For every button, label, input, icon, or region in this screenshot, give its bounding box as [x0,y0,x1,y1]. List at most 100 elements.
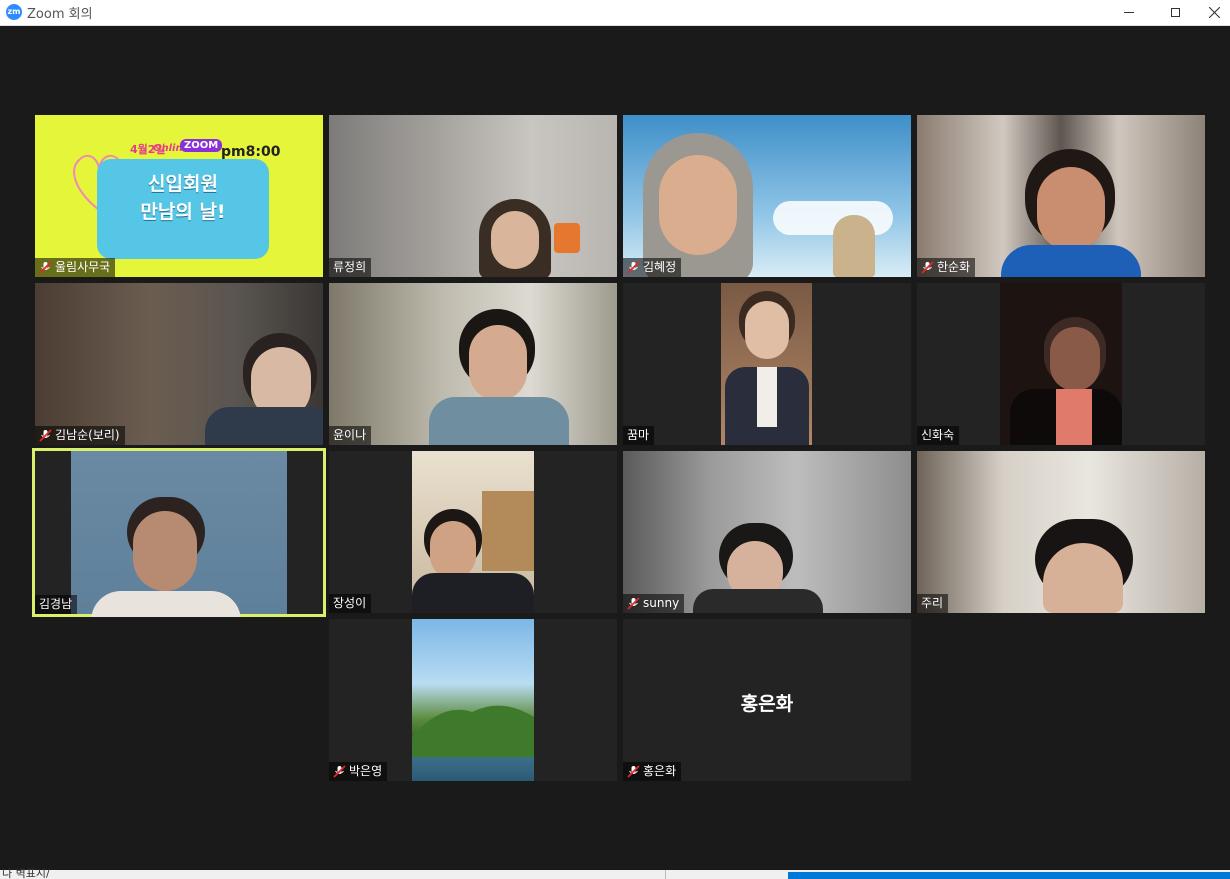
participant-name: 신화숙 [921,428,955,442]
participant-face [469,325,527,401]
participant-video [1000,283,1122,445]
participant-nameplate: 윤이나 [329,426,372,445]
participant-shirt [205,407,323,445]
participant-tile[interactable]: 박은영 [329,619,617,781]
participant-video [35,451,323,617]
participant-nameplate: 신화숙 [917,426,960,445]
taskbar-strip [0,870,1230,879]
participant-name: 김남순(보리) [55,428,120,442]
participant-tile[interactable]: sunny [623,451,911,613]
participant-name: 김혜정 [643,260,677,274]
participant-face [1050,327,1100,391]
participant-face [1043,543,1123,613]
participant-video [721,283,812,445]
landscape-hill-icon [412,705,534,757]
participant-face [659,155,737,255]
participant-video-frame [71,451,287,617]
participant-face [1037,167,1105,251]
participant-nameplate: 김경남 [35,595,78,614]
minimize-icon [1124,12,1134,13]
participant-nameplate: 꿈마 [623,426,655,445]
participant-name: 주리 [921,596,944,610]
participant-nameplate: 김남순(보리) [35,426,125,445]
minimize-button[interactable] [1106,0,1152,25]
participant-video [623,451,911,613]
participant-face [430,521,476,579]
maximize-button[interactable] [1152,0,1198,25]
participant-tile[interactable]: 주리 [917,451,1205,613]
participant-video [917,115,1205,277]
participant-tile-video-off[interactable]: 홍은화 홍은화 [623,619,911,781]
mic-muted-icon [333,765,346,778]
window-title: Zoom 회의 [27,7,93,22]
participant-shirt [1001,245,1141,277]
taskbar-separator [665,870,666,879]
participant-tile[interactable]: 4월2일 Online ZOOM pm8:00 신입회원 만남의 날! 울림사무… [35,115,323,277]
participant-nameplate: 한순화 [917,258,976,277]
participant-tile-active-speaker[interactable]: 김경남 [32,448,326,617]
poster-zoom-badge: ZOOM [180,139,223,152]
taskbar-text: 나 벽표시/ [2,868,50,879]
mic-muted-icon [39,261,52,274]
participant-shirt [412,573,534,613]
mic-muted-icon [921,261,934,274]
participant-name: 류정희 [333,260,367,274]
poster-card: 신입회원 만남의 날! [97,159,269,259]
participant-nameplate: sunny [623,594,685,613]
anime-figure-shape [833,215,875,277]
participant-name: 꿈마 [627,428,650,442]
participant-shirt [91,591,241,617]
participant-name: 홍은화 [643,764,677,778]
mic-muted-icon [627,765,640,778]
participant-shirt [693,589,823,613]
participant-tile[interactable]: 윤이나 [329,283,617,445]
participant-tile[interactable]: 한순화 [917,115,1205,277]
participant-tile[interactable]: 꿈마 [623,283,911,445]
bookshelf-shape [482,491,534,571]
participant-video [329,283,617,445]
participant-nameplate: 울림사무국 [35,258,116,277]
participant-video [329,115,617,277]
participant-shirt-inner [1056,389,1092,445]
participant-nameplate: 홍은화 [623,762,682,781]
participant-face [133,511,197,591]
participant-face [491,211,539,269]
participant-name: sunny [643,596,680,610]
zoom-logo-icon: zm [6,4,22,20]
participant-video [412,619,534,781]
participant-tile[interactable]: 신화숙 [917,283,1205,445]
mic-muted-icon [627,261,640,274]
close-button[interactable] [1198,0,1230,25]
mic-muted-icon [39,429,52,442]
participant-name: 박은영 [349,764,383,778]
mic-muted-icon [627,597,640,610]
participant-name: 울림사무국 [55,260,111,274]
chair-shape [554,223,580,253]
participant-video-off: 홍은화 [623,619,911,781]
participant-nameplate: 류정희 [329,258,372,277]
poster-title-line2: 만남의 날! [140,201,226,223]
taskbar-highlight [788,872,1230,879]
participant-tile[interactable]: 김남순(보리) [35,283,323,445]
participant-video [412,451,534,613]
participant-name: 장성이 [333,596,367,610]
participant-video [35,283,323,445]
participant-shirt [429,397,569,445]
participant-tile[interactable]: 김혜정 [623,115,911,277]
title-bar: zm Zoom 회의 [0,0,1230,26]
participant-display-name: 홍은화 [740,693,794,715]
participant-nameplate: 주리 [917,594,949,613]
participant-nameplate: 장성이 [329,594,372,613]
participant-tile[interactable]: 류정희 [329,115,617,277]
close-icon [1208,7,1220,18]
participant-nameplate: 김혜정 [623,258,682,277]
gallery-view: 4월2일 Online ZOOM pm8:00 신입회원 만남의 날! 울림사무… [0,26,1230,870]
participant-video [623,115,911,277]
participant-tile[interactable]: 장성이 [329,451,617,613]
participant-name: 한순화 [937,260,971,274]
participant-name: 김경남 [39,597,73,611]
poster-video: 4월2일 Online ZOOM pm8:00 신입회원 만남의 날! [35,115,323,277]
participant-video [917,451,1205,613]
participant-shirt-inner [757,367,777,427]
maximize-icon [1170,8,1180,17]
